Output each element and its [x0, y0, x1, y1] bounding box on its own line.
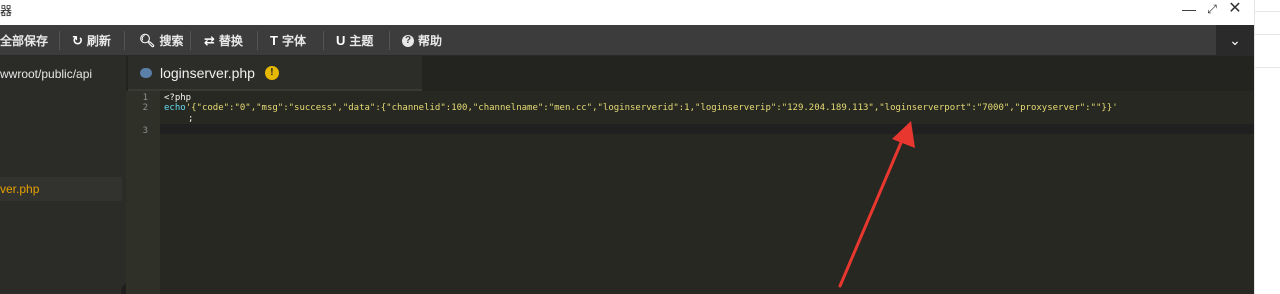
font-label: 字体 [281, 34, 306, 48]
toolbar-divider [59, 31, 60, 50]
search-button[interactable]: 🔍︎ 搜索 [139, 25, 184, 56]
magnet-icon: U [336, 33, 346, 48]
toolbar-divider [389, 31, 390, 50]
active-line-highlight [160, 124, 1254, 134]
theme-button[interactable]: U 主题 [336, 25, 373, 56]
font-icon: T [270, 33, 278, 48]
replace-label: 替换 [218, 34, 243, 48]
toolbar-divider [257, 31, 258, 50]
save-all-button[interactable]: 全部保存 [0, 25, 48, 56]
help-icon: ? [402, 34, 414, 47]
line-number: 1 [142, 93, 148, 103]
minimize-button[interactable]: — [1178, 0, 1200, 20]
line-gutter: 1 2 3 [126, 91, 160, 294]
sidebar-file-item[interactable]: ver.php [0, 177, 122, 201]
font-button[interactable]: T 字体 [270, 25, 306, 56]
statement-terminator: ; [188, 114, 194, 124]
chevron-down-icon: ⌄ [1229, 32, 1241, 48]
window-title: 器 [0, 4, 13, 18]
warning-icon: ! [264, 65, 279, 80]
replace-button[interactable]: ⇄ 替换 [204, 25, 243, 56]
php-open-tag: <?php [164, 93, 192, 103]
json-string-literal: '{"code":"0","msg":"success","data":{"ch… [185, 103, 1118, 113]
close-button[interactable]: ✕ [1224, 0, 1246, 20]
refresh-label: 刷新 [86, 34, 111, 48]
search-icon: 🔍︎ [139, 32, 156, 48]
tab-label: loginserver.php [160, 64, 255, 81]
save-all-label: 全部保存 [0, 34, 49, 48]
search-label: 搜索 [159, 34, 184, 48]
replace-icon: ⇄ [204, 32, 215, 48]
line-number: 3 [142, 126, 148, 136]
code-line-2: echo'{"code":"0","msg":"success","data":… [164, 103, 1118, 113]
toolbar-divider [323, 31, 324, 50]
php-file-icon [140, 67, 152, 78]
window-titlebar: 器 — ⤢ ✕ [0, 0, 1254, 25]
tab-loginserver-php[interactable]: loginserver.php ! [128, 56, 422, 91]
toolbar-divider [190, 31, 191, 50]
maximize-button[interactable]: ⤢ [1201, 0, 1223, 20]
help-label: 帮助 [418, 34, 443, 48]
help-button[interactable]: ? 帮助 [402, 25, 442, 56]
refresh-button[interactable]: ↻ 刷新 [72, 25, 111, 56]
editor-toolbar: 全部保存 ↻ 刷新 🔍︎ 搜索 ⇄ 替换 T 字体 U 主题 ? 帮助 ⌄ [0, 25, 1254, 56]
toolbar-divider [124, 31, 125, 50]
file-sidebar: wwroot/public/api ver.php [0, 56, 135, 294]
collapse-toolbar-button[interactable]: ⌄ [1216, 25, 1254, 56]
tab-bar: loginserver.php ! [126, 56, 1254, 91]
theme-label: 主题 [349, 34, 374, 48]
echo-keyword: echo [164, 103, 186, 113]
code-line-1: <?php [164, 93, 191, 103]
background-window-edge [1254, 0, 1280, 294]
refresh-icon: ↻ [72, 32, 83, 48]
code-line-2-wrap: ; [188, 114, 193, 124]
code-editor[interactable]: 1 2 3 <?php echo'{"code":"0","msg":"succ… [126, 91, 1254, 294]
line-number: 2 [142, 103, 148, 113]
sidebar-path[interactable]: wwroot/public/api [0, 67, 92, 81]
